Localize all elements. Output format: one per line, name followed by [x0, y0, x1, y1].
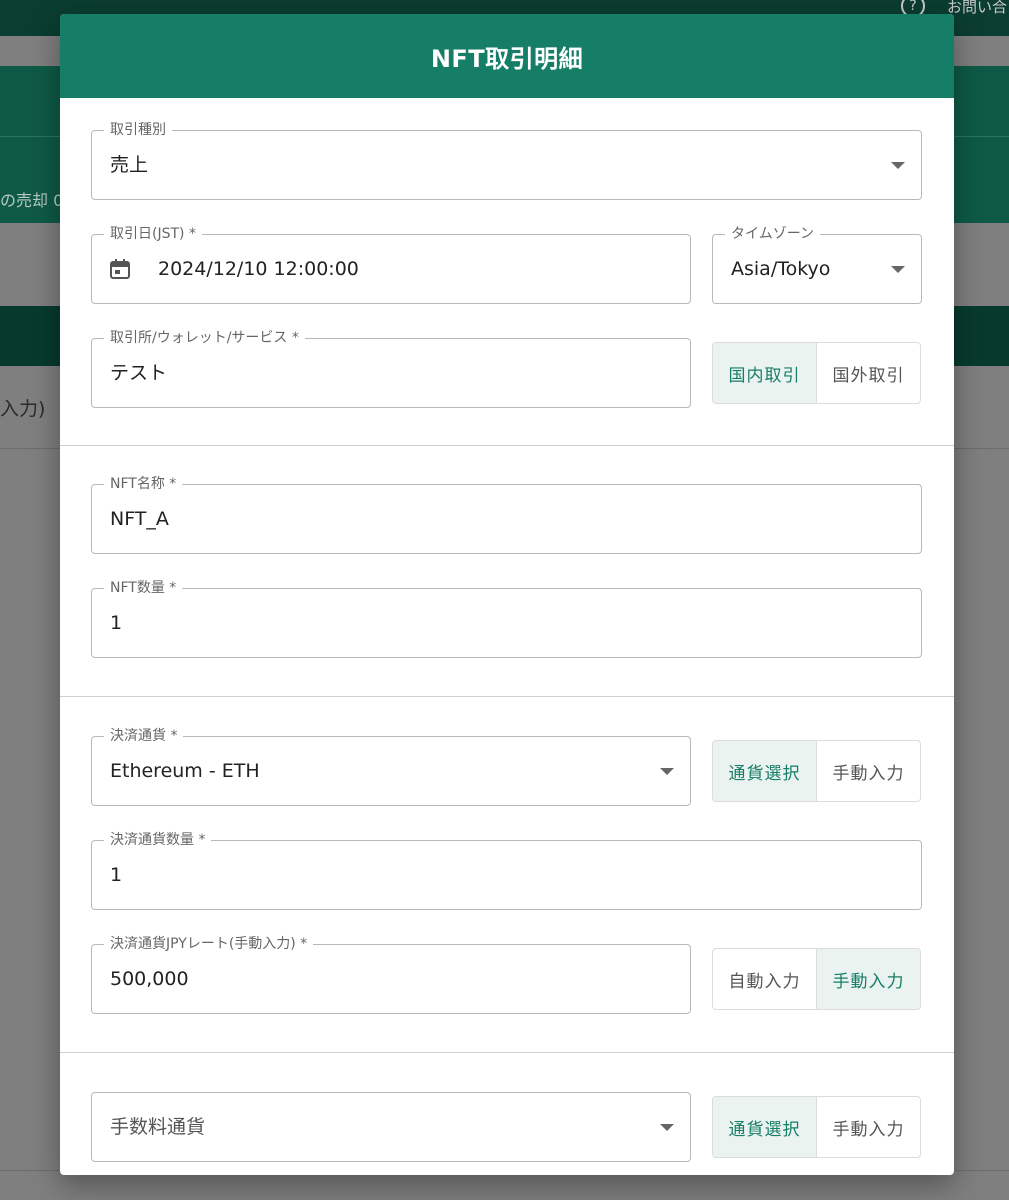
help-link: お問い合 — [947, 0, 1008, 16]
chevron-down-icon — [660, 768, 674, 775]
trade-date-field[interactable]: 取引日(JST) * 2024/12/10 12:00:00 — [91, 225, 691, 304]
domestic-trade-button[interactable]: 国内取引 — [713, 343, 816, 403]
jpy-rate-value: 500,000 — [110, 968, 189, 990]
section-nft-info: NFT名称 * NFT_A NFT数量 * 1 — [60, 446, 954, 697]
rate-auto-button[interactable]: 自動入力 — [713, 949, 816, 1009]
timezone-select[interactable]: タイムゾーン Asia/Tokyo — [712, 225, 922, 304]
trade-type-value: 売上 — [110, 154, 149, 176]
exchange-field[interactable]: 取引所/ウォレット/サービス * テスト — [91, 329, 691, 408]
overseas-trade-button[interactable]: 国外取引 — [816, 343, 920, 403]
section-fee: 手数料通貨 通貨選択 手動入力 — [60, 1053, 954, 1175]
jpy-rate-field[interactable]: 決済通貨JPYレート(手動入力) * 500,000 — [91, 935, 691, 1014]
nft-quantity-value: 1 — [110, 612, 123, 634]
dialog-title: NFT取引明細 — [60, 14, 954, 98]
currency-select-button[interactable]: 通貨選択 — [713, 741, 816, 801]
currency-manual-button[interactable]: 手動入力 — [816, 741, 920, 801]
chevron-down-icon — [891, 266, 905, 273]
section-transaction-info: 取引種別 売上 取引日(JST) * 2024/12/10 12:00:00 タ… — [60, 98, 954, 446]
background-summary-text: の売却 0 — [0, 191, 64, 210]
fee-currency-select[interactable]: 手数料通貨 — [91, 1092, 691, 1162]
nft-name-field[interactable]: NFT名称 * NFT_A — [91, 475, 922, 554]
timezone-value: Asia/Tokyo — [731, 258, 831, 280]
fee-input-mode-toggle: 通貨選択 手動入力 — [712, 1096, 921, 1158]
nft-quantity-field[interactable]: NFT数量 * 1 — [91, 579, 922, 658]
fee-currency-placeholder: 手数料通貨 — [110, 1116, 206, 1138]
settlement-currency-value: Ethereum - ETH — [110, 760, 260, 782]
fee-currency-select-button[interactable]: 通貨選択 — [713, 1097, 816, 1157]
exchange-type-toggle: 国内取引 国外取引 — [712, 342, 921, 404]
fee-currency-manual-button[interactable]: 手動入力 — [816, 1097, 920, 1157]
settlement-quantity-value: 1 — [110, 864, 123, 886]
calendar-icon[interactable] — [108, 257, 132, 281]
background-row-text: 入力) — [0, 398, 46, 420]
chevron-down-icon — [891, 162, 905, 169]
nft-transaction-dialog: NFT取引明細 取引種別 売上 取引日(JST) * 2024/12/10 12… — [60, 14, 954, 1175]
exchange-value: テスト — [110, 362, 168, 384]
settlement-quantity-field[interactable]: 決済通貨数量 * 1 — [91, 831, 922, 910]
trade-date-value: 2024/12/10 12:00:00 — [158, 258, 359, 280]
rate-manual-button[interactable]: 手動入力 — [816, 949, 920, 1009]
chevron-down-icon — [660, 1124, 674, 1131]
nft-name-value: NFT_A — [110, 508, 169, 530]
settlement-currency-select[interactable]: 決済通貨 * Ethereum - ETH — [91, 727, 691, 806]
currency-input-mode-toggle: 通貨選択 手動入力 — [712, 740, 921, 802]
trade-type-select[interactable]: 取引種別 売上 — [91, 121, 922, 200]
rate-input-mode-toggle: 自動入力 手動入力 — [712, 948, 921, 1010]
section-settlement: 決済通貨 * Ethereum - ETH 通貨選択 手動入力 決済通貨数量 *… — [60, 697, 954, 1053]
